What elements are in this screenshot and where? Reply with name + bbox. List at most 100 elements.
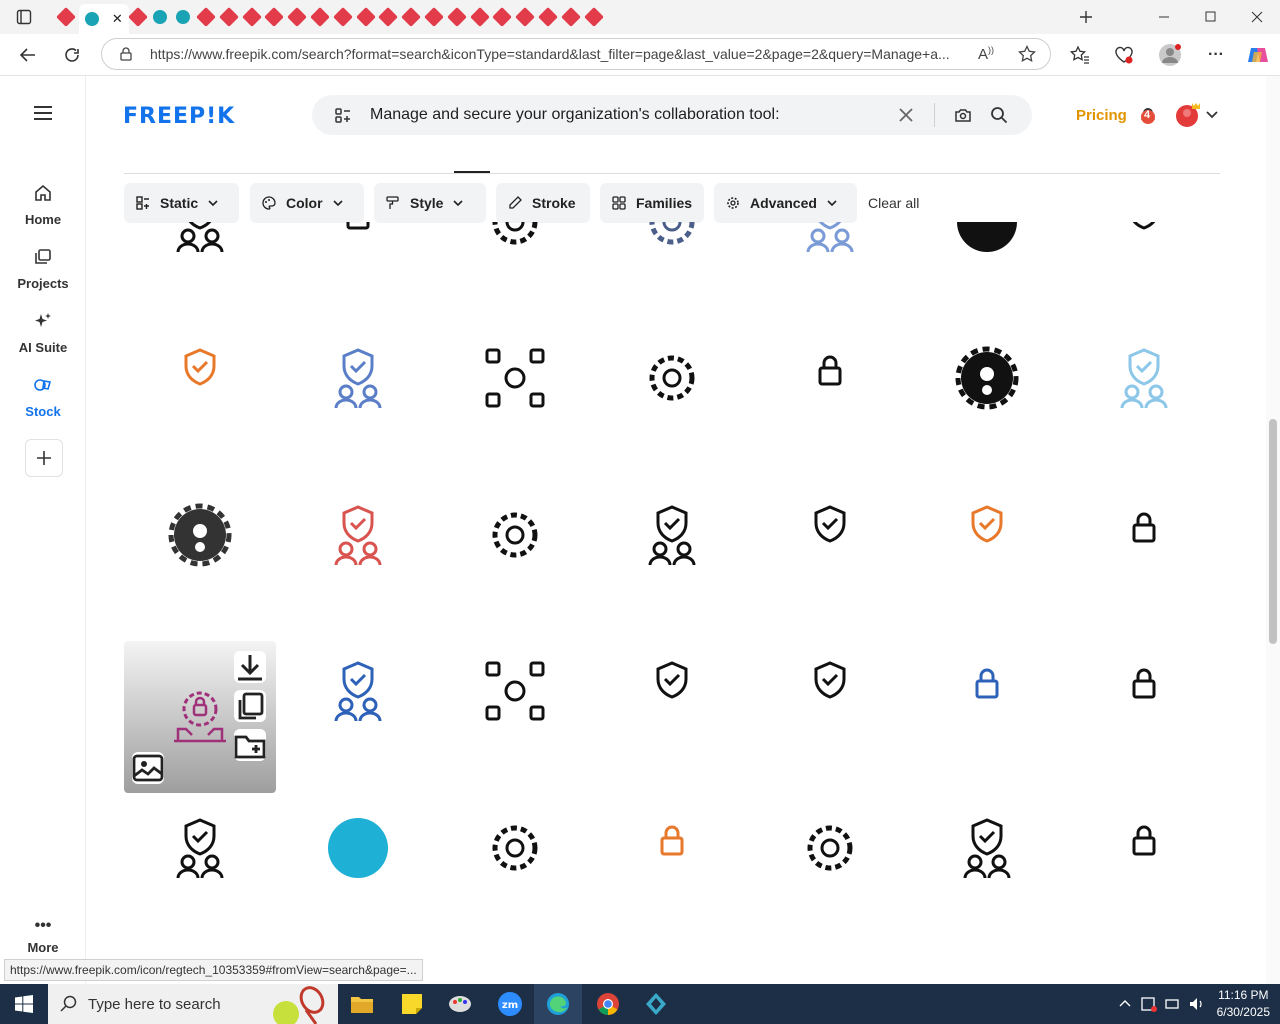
browser-tab[interactable]: [127, 5, 148, 29]
edge-browser-icon[interactable]: [534, 984, 582, 1024]
browser-tab[interactable]: [173, 5, 193, 29]
browser-tab[interactable]: [150, 5, 170, 29]
health-icon[interactable]: [1112, 43, 1136, 67]
favorite-star-icon[interactable]: [1018, 45, 1036, 63]
icon-result[interactable]: [596, 222, 748, 298]
profile-avatar[interactable]: [1158, 43, 1182, 67]
icon-result[interactable]: [439, 302, 591, 454]
icon-result[interactable]: [911, 302, 1063, 454]
browser-tab[interactable]: [56, 5, 76, 29]
browser-tab[interactable]: [355, 5, 376, 29]
new-tab-button[interactable]: [1076, 5, 1096, 29]
icon-result[interactable]: [754, 222, 906, 298]
camera-search-icon[interactable]: [954, 106, 972, 124]
icon-result[interactable]: [282, 222, 434, 298]
icon-result[interactable]: [1068, 302, 1220, 454]
page-scrollbar[interactable]: [1266, 76, 1280, 984]
icon-result[interactable]: [124, 459, 276, 611]
user-avatar[interactable]: [1174, 101, 1202, 129]
search-filter-icon[interactable]: [334, 107, 352, 125]
clear-all-link[interactable]: Clear all: [868, 195, 919, 211]
browser-tab[interactable]: [196, 5, 216, 29]
search-input[interactable]: Manage and secure your organization's co…: [370, 106, 780, 124]
minimize-button[interactable]: [1154, 5, 1174, 29]
sidebar-item-home[interactable]: Home: [0, 180, 86, 227]
copilot-icon[interactable]: [1246, 43, 1270, 67]
icon-result[interactable]: [282, 615, 434, 767]
icon-result[interactable]: [282, 302, 434, 454]
icon-result[interactable]: [282, 772, 434, 924]
freepik-logo[interactable]: FREEP!K: [123, 104, 235, 129]
maximize-button[interactable]: [1200, 5, 1220, 29]
icon-result[interactable]: [596, 615, 748, 767]
browser-tab[interactable]: [264, 5, 285, 29]
icon-result[interactable]: [596, 302, 748, 454]
chevron-down-icon[interactable]: [1206, 110, 1218, 120]
icon-result[interactable]: [1068, 459, 1220, 611]
filter-style-button[interactable]: Style: [374, 183, 486, 223]
icon-result[interactable]: [754, 615, 906, 767]
filter-families-button[interactable]: Families: [600, 183, 704, 223]
icon-result[interactable]: [1068, 615, 1220, 767]
pinned-app-icon[interactable]: [632, 984, 680, 1024]
tab-actions-icon[interactable]: [14, 5, 34, 29]
icon-result[interactable]: [1068, 222, 1220, 298]
browser-tab[interactable]: [241, 5, 262, 29]
browser-tab[interactable]: [401, 5, 422, 29]
menu-dots-icon[interactable]: ···: [1204, 43, 1228, 67]
sticky-notes-icon[interactable]: [388, 984, 436, 1024]
filter-color-button[interactable]: Color: [250, 183, 364, 223]
icon-result[interactable]: [439, 615, 591, 767]
file-explorer-icon[interactable]: [338, 984, 386, 1024]
browser-tab[interactable]: [538, 5, 558, 29]
add-to-collection-icon[interactable]: [234, 729, 266, 761]
search-icon[interactable]: [990, 106, 1008, 124]
icon-result[interactable]: [911, 459, 1063, 611]
icon-result[interactable]: [1068, 772, 1220, 924]
back-icon[interactable]: [16, 43, 40, 67]
filter-advanced-button[interactable]: Advanced: [714, 183, 857, 223]
hamburger-menu-icon[interactable]: [34, 106, 52, 120]
browser-tab[interactable]: [218, 5, 239, 29]
pricing-link[interactable]: Pricing: [1076, 107, 1127, 124]
chrome-browser-icon[interactable]: [584, 984, 632, 1024]
icon-result[interactable]: [439, 459, 591, 611]
browser-tab[interactable]: [469, 5, 490, 29]
scrollbar-thumb[interactable]: [1269, 419, 1277, 644]
icon-result[interactable]: [754, 302, 906, 454]
site-info-icon[interactable]: [118, 46, 134, 62]
close-tab-icon[interactable]: ✕: [112, 11, 123, 27]
refresh-icon[interactable]: [60, 43, 84, 67]
taskbar-clock[interactable]: 11:16 PM 6/30/2025: [1217, 987, 1270, 1021]
browser-tab[interactable]: [515, 5, 536, 29]
windows-start-icon[interactable]: [0, 984, 48, 1024]
system-tray-icons[interactable]: [1118, 996, 1214, 1012]
icon-result[interactable]: [596, 459, 748, 611]
read-aloud-icon[interactable]: A)): [978, 45, 994, 63]
notifications-icon[interactable]: 4: [1138, 106, 1158, 126]
icon-result[interactable]: [911, 772, 1063, 924]
icon-result[interactable]: [124, 222, 276, 298]
icon-result[interactable]: [282, 459, 434, 611]
icon-result[interactable]: [754, 459, 906, 611]
favorites-icon[interactable]: [1068, 43, 1092, 67]
browser-tab[interactable]: [583, 5, 604, 29]
zoom-app-icon[interactable]: zm: [486, 984, 534, 1024]
browser-tab[interactable]: [310, 5, 330, 29]
icon-result[interactable]: [754, 772, 906, 924]
edit-image-icon[interactable]: [132, 752, 164, 784]
paint-app-icon[interactable]: [436, 984, 484, 1024]
icon-result[interactable]: [911, 615, 1063, 767]
browser-tab[interactable]: [287, 5, 308, 29]
browser-tab[interactable]: ✕: [78, 4, 129, 34]
browser-tab[interactable]: [560, 5, 581, 29]
browser-tab[interactable]: [378, 5, 399, 29]
filter-static-button[interactable]: Static: [124, 183, 239, 223]
browser-tab[interactable]: [424, 5, 444, 29]
close-window-button[interactable]: [1247, 5, 1267, 29]
icon-result[interactable]: [596, 772, 748, 924]
clear-search-icon[interactable]: [898, 107, 914, 123]
icon-result[interactable]: [124, 302, 276, 454]
search-bar[interactable]: Manage and secure your organization's co…: [312, 95, 1032, 135]
icon-result-hovered[interactable]: [124, 641, 276, 793]
